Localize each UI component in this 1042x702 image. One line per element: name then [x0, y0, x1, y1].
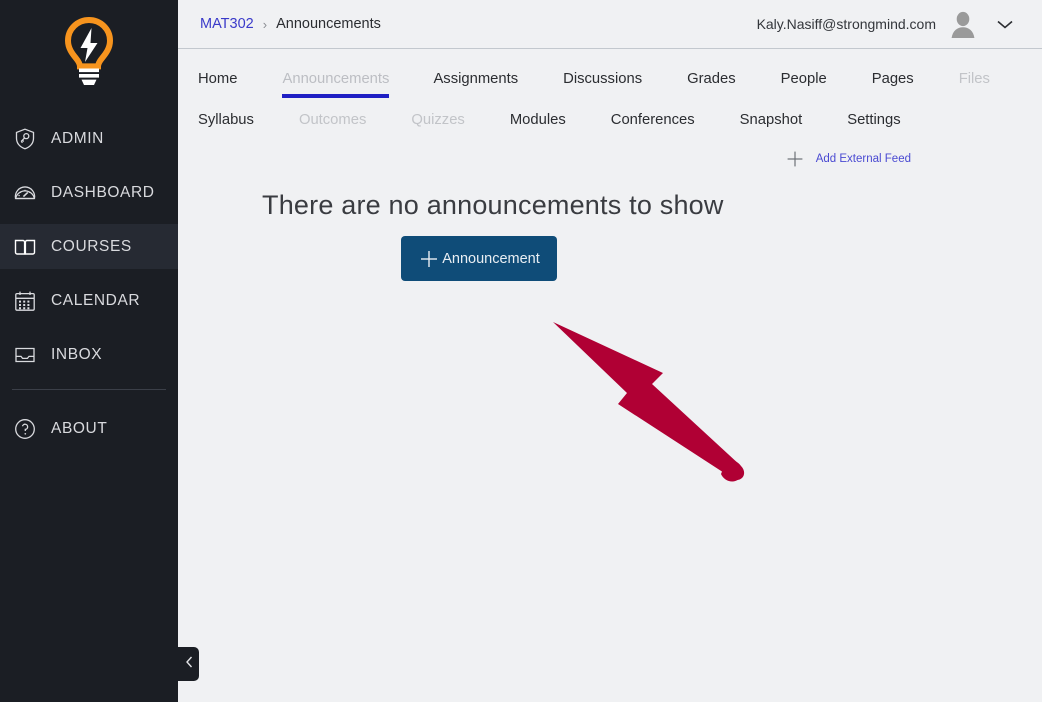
tab-conferences[interactable]: Conferences [611, 112, 695, 128]
tab-syllabus[interactable]: Syllabus [198, 112, 254, 128]
open-book-icon [12, 234, 38, 260]
sidebar-item-label: INBOX [51, 345, 103, 363]
sidebar-item-admin[interactable]: ADMIN [0, 116, 178, 161]
sidebar-nav: ADMIN DASHBOARD COURSES CALENDAR INBOX A… [0, 116, 178, 451]
speedometer-icon [12, 180, 38, 206]
shield-key-icon [12, 126, 38, 152]
tab-snapshot[interactable]: Snapshot [740, 112, 803, 128]
tab-settings[interactable]: Settings [847, 112, 900, 128]
announcement-button[interactable]: Announcement [401, 236, 557, 281]
tab-announcements[interactable]: Announcements [282, 71, 389, 98]
sidebar-item-label: CALENDAR [51, 291, 141, 309]
empty-state-title: There are no announcements to show [262, 190, 724, 220]
logo-container[interactable] [0, 0, 178, 108]
tab-modules[interactable]: Modules [510, 112, 566, 128]
course-tab-bar: Home Announcements Assignments Discussio… [178, 49, 1042, 128]
tab-people[interactable]: People [781, 71, 827, 98]
chevron-down-icon[interactable] [990, 15, 1020, 33]
breadcrumb-separator: › [262, 16, 268, 32]
sidebar-collapse-button[interactable] [178, 647, 199, 681]
tab-grades[interactable]: Grades [687, 71, 736, 98]
breadcrumb-course-link[interactable]: MAT302 [200, 16, 254, 32]
add-external-feed-label: Add External Feed [815, 153, 911, 165]
tab-assignments[interactable]: Assignments [433, 71, 518, 98]
breadcrumb-current: Announcements [276, 16, 381, 32]
course-tab-row-1: Home Announcements Assignments Discussio… [198, 71, 1042, 98]
question-circle-icon [12, 416, 38, 442]
sidebar-item-about[interactable]: ABOUT [0, 406, 178, 451]
app-root: ADMIN DASHBOARD COURSES CALENDAR INBOX A… [0, 0, 1042, 702]
sidebar-item-label: ADMIN [51, 129, 104, 147]
main-content: MAT302 › Announcements Kaly.Nasiff@stron… [178, 0, 1042, 702]
tab-discussions[interactable]: Discussions [563, 71, 642, 98]
sidebar-item-label: DASHBOARD [51, 183, 155, 201]
chevron-left-icon [183, 654, 195, 675]
user-email: Kaly.Nasiff@strongmind.com [756, 16, 936, 32]
sidebar-item-label: COURSES [51, 237, 132, 255]
sidebar-item-inbox[interactable]: INBOX [0, 332, 178, 377]
tab-quizzes[interactable]: Quizzes [411, 112, 464, 128]
tab-home[interactable]: Home [198, 71, 237, 98]
top-bar: MAT302 › Announcements Kaly.Nasiff@stron… [178, 0, 1042, 49]
sidebar: ADMIN DASHBOARD COURSES CALENDAR INBOX A… [0, 0, 199, 702]
tab-outcomes[interactable]: Outcomes [299, 112, 366, 128]
plus-icon [785, 149, 805, 169]
sidebar-item-dashboard[interactable]: DASHBOARD [0, 170, 178, 215]
tab-files[interactable]: Files [959, 71, 990, 98]
user-menu[interactable]: Kaly.Nasiff@strongmind.com [757, 9, 1020, 39]
plus-icon [418, 248, 440, 270]
course-tab-row-2: Syllabus Outcomes Quizzes Modules Confer… [198, 112, 1042, 128]
inbox-tray-icon [12, 342, 38, 368]
sidebar-item-courses[interactable]: COURSES [0, 224, 178, 269]
breadcrumb: MAT302 › Announcements [200, 16, 381, 32]
sidebar-item-label: ABOUT [51, 419, 108, 437]
user-avatar-icon[interactable] [948, 9, 978, 39]
announcements-empty-state: There are no announcements to show Annou… [178, 190, 1042, 281]
tab-pages[interactable]: Pages [872, 71, 914, 98]
lightbulb-logo [62, 16, 116, 93]
sidebar-divider [12, 389, 166, 390]
announcement-button-label: Announcement [442, 250, 540, 267]
add-external-feed-button[interactable]: Add External Feed [178, 149, 1042, 169]
sidebar-item-calendar[interactable]: CALENDAR [0, 278, 178, 323]
calendar-icon [12, 288, 38, 314]
